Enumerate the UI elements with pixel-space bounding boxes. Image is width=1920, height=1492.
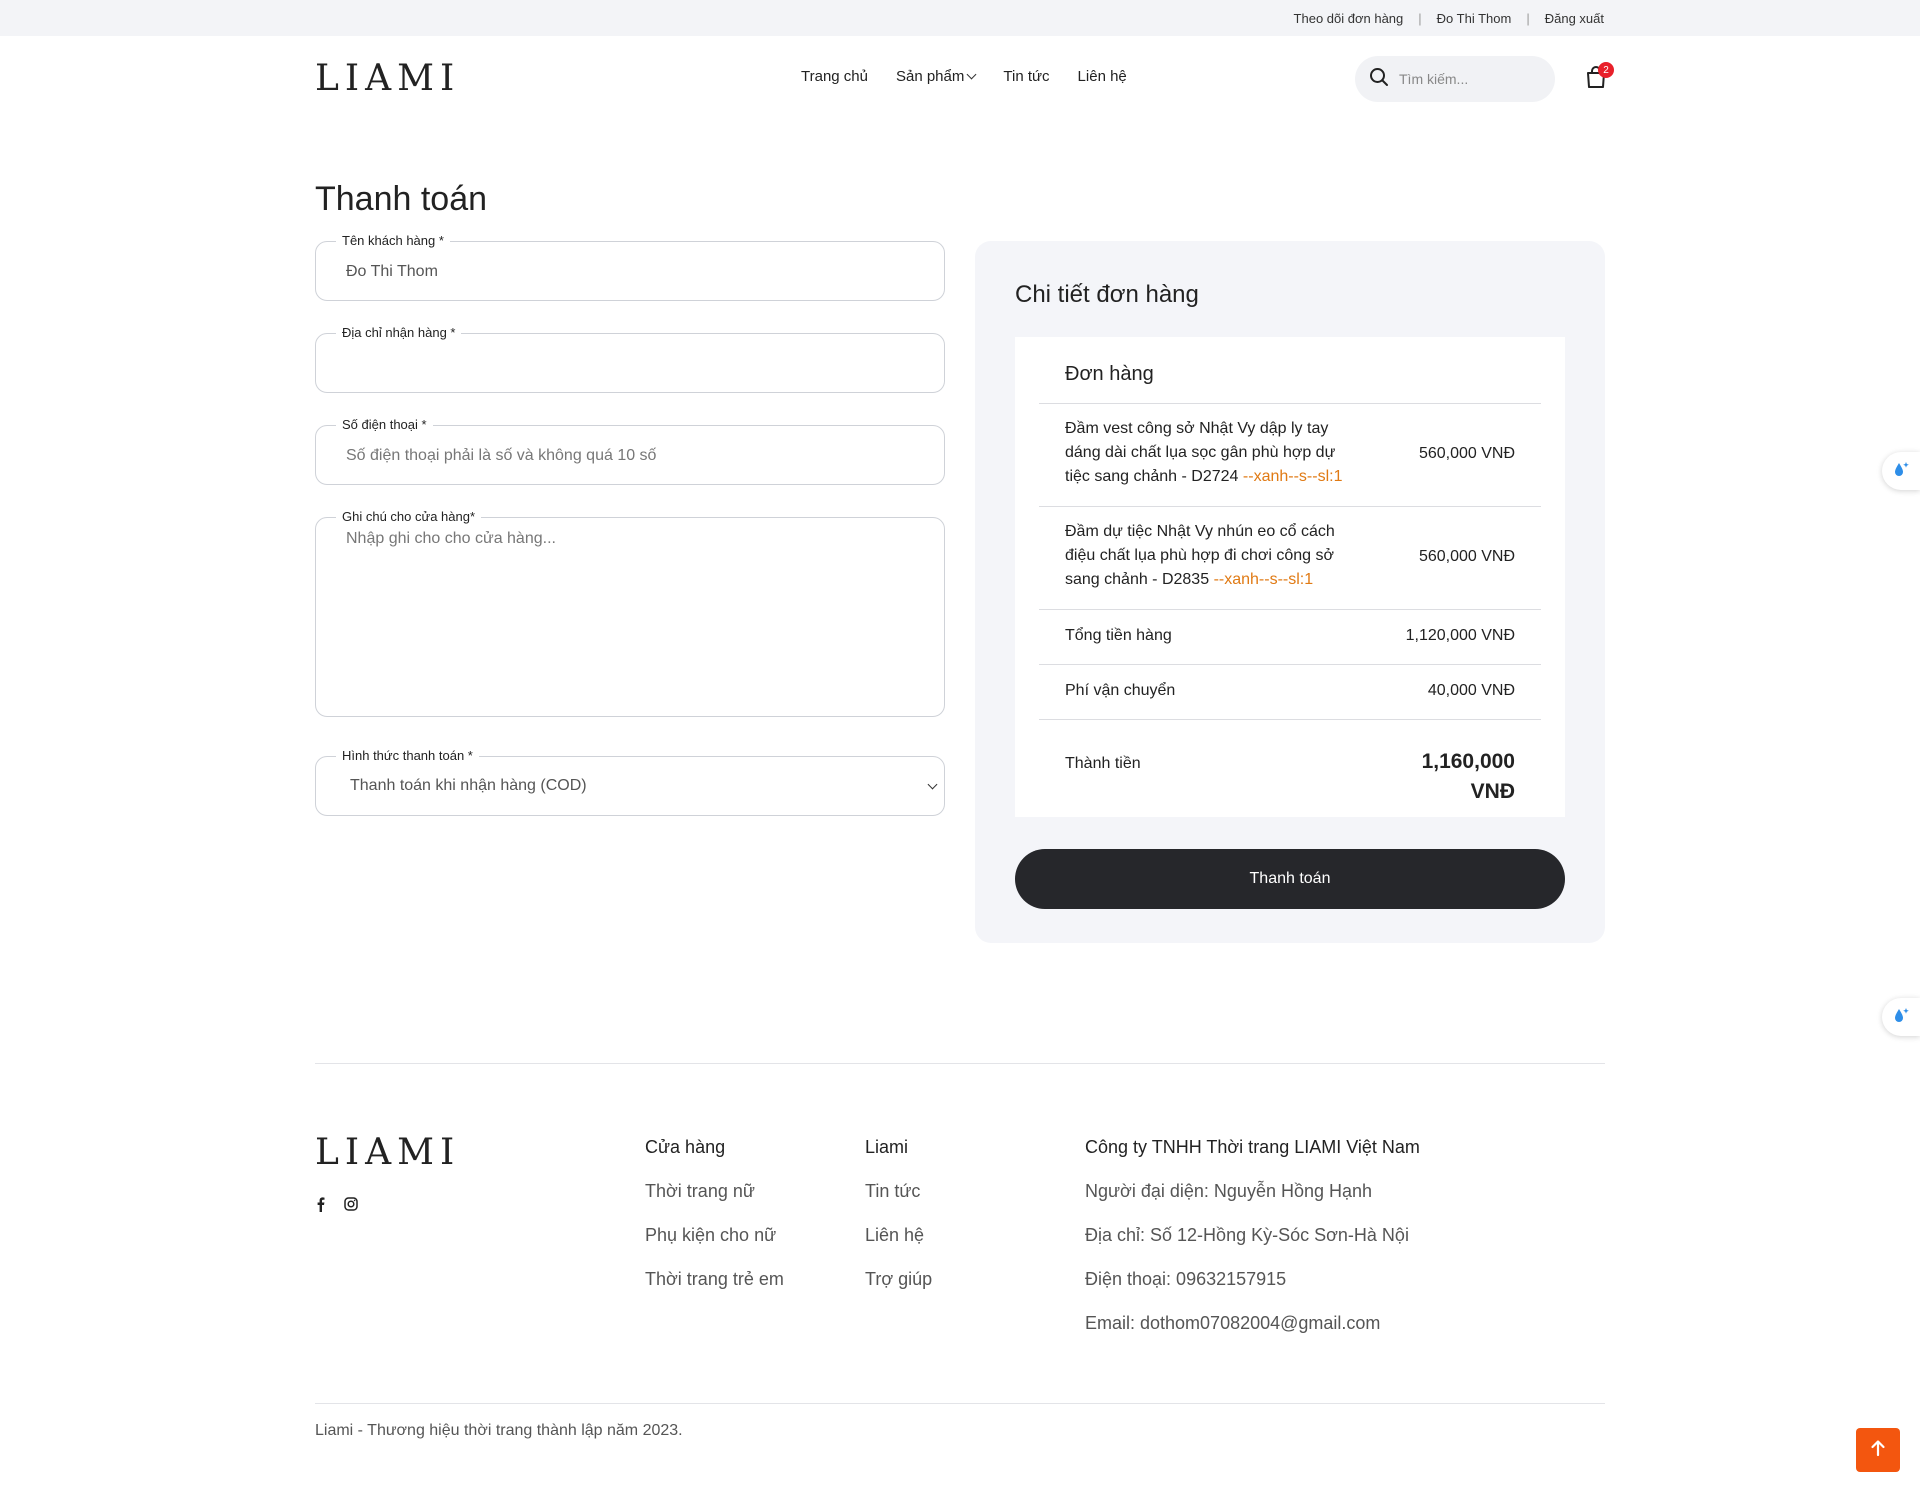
scroll-to-top-button[interactable] <box>1856 1428 1900 1472</box>
separator: | <box>1526 10 1530 26</box>
note-field: Ghi chú cho cửa hàng* <box>315 508 945 717</box>
nav-news[interactable]: Tin tức <box>1003 68 1049 85</box>
water-drop-icon <box>1891 459 1911 484</box>
footer-company-heading: Công ty TNHH Thời trang LIAMI Việt Nam <box>1085 1137 1420 1157</box>
order-item-variant: --xanh--s--sl:1 <box>1242 468 1343 485</box>
divider <box>1039 719 1541 720</box>
top-bar: Theo dõi đơn hàng | Đo Thi Thom | Đăng x… <box>0 0 1920 36</box>
footer-divider <box>315 1063 1605 1064</box>
checkout-button[interactable]: Thanh toán <box>1015 849 1565 909</box>
company-address: Địa chỉ: Số 12-Hồng Kỳ-Sóc Sơn-Hà Nội <box>1085 1225 1409 1245</box>
page-title: Thanh toán <box>315 180 488 218</box>
footer-liami-heading: Liami <box>865 1137 909 1157</box>
main-nav: Trang chủ Sản phẩm Tin tức Liên hệ <box>801 68 1155 85</box>
total-value: 1,160,000 VNĐ <box>1421 750 1515 803</box>
footer-logo[interactable]: LIAMI <box>315 1132 460 1173</box>
footer-link[interactable]: Trợ giúp <box>865 1266 932 1292</box>
address-label: Địa chỉ nhận hàng * <box>336 324 462 342</box>
footer-link[interactable]: Tin tức <box>865 1178 932 1204</box>
subtotal-label: Tổng tiền hàng <box>1065 627 1172 644</box>
order-item-name: Đầm vest công sở Nhật Vy dập ly tay dáng… <box>1065 420 1343 485</box>
footer-liami-column: Liami Tin tức Liên hệ Trợ giúp <box>865 1134 932 1310</box>
note-textarea[interactable] <box>346 530 916 700</box>
chevron-down-icon <box>927 779 938 790</box>
search-icon[interactable] <box>1369 67 1389 92</box>
phone-label: Số điện thoại * <box>336 416 433 434</box>
footer-link[interactable]: Thời trang nữ <box>645 1178 784 1204</box>
footer-company-column: Công ty TNHH Thời trang LIAMI Việt Nam N… <box>1085 1134 1420 1354</box>
company-email: Email: dothom07082004@gmail.com <box>1085 1313 1381 1333</box>
nav-products[interactable]: Sản phẩm <box>895 68 977 85</box>
order-item-variant: --xanh--s--sl:1 <box>1213 571 1314 588</box>
divider <box>1039 403 1541 404</box>
facebook-icon[interactable] <box>313 1196 329 1212</box>
order-item-price: 560,000 VNĐ <box>1418 548 1515 565</box>
address-input[interactable] <box>346 354 916 374</box>
order-panel-title: Chi tiết đơn hàng <box>1015 281 1199 308</box>
shipping-value: 40,000 VNĐ <box>1427 682 1515 699</box>
customer-name-input[interactable] <box>346 262 916 282</box>
water-drop-widget[interactable] <box>1882 452 1920 490</box>
order-card-title: Đơn hàng <box>1065 363 1154 385</box>
order-item-price: 560,000 VNĐ <box>1418 445 1515 462</box>
company-phone: Điện thoại: 09632157915 <box>1085 1269 1287 1289</box>
search-input[interactable] <box>1399 71 1539 87</box>
footer-link[interactable]: Phụ kiện cho nữ <box>645 1222 784 1248</box>
subtotal-value: 1,120,000 VNĐ <box>1405 627 1515 644</box>
water-drop-icon <box>1891 1005 1911 1030</box>
top-bar-links: Theo dõi đơn hàng | Đo Thi Thom | Đăng x… <box>1294 0 1604 36</box>
divider <box>1039 609 1541 610</box>
note-label: Ghi chú cho cửa hàng* <box>336 508 482 526</box>
nav-products-label: Sản phẩm <box>895 68 965 85</box>
order-item-name: Đầm dự tiệc Nhật Vy nhún eo cổ cách điệu… <box>1065 523 1335 588</box>
payment-method-label: Hình thức thanh toán * <box>336 747 479 765</box>
payment-method-value: Thanh toán khi nhận hàng (COD) <box>350 777 587 794</box>
user-name-link[interactable]: Đo Thi Thom <box>1437 11 1512 26</box>
footer-store-column: Cửa hàng Thời trang nữ Phụ kiện cho nữ T… <box>645 1134 784 1310</box>
footer-store-heading: Cửa hàng <box>645 1137 726 1157</box>
phone-input[interactable] <box>346 446 916 466</box>
footer-link[interactable]: Liên hệ <box>865 1222 932 1248</box>
search-box <box>1355 56 1555 102</box>
order-card: Đơn hàng Đầm vest công sở Nhật Vy dập ly… <box>1015 337 1565 817</box>
logout-link[interactable]: Đăng xuất <box>1545 11 1604 26</box>
address-field: Địa chỉ nhận hàng * <box>315 324 945 393</box>
water-drop-widget[interactable] <box>1882 998 1920 1036</box>
payment-method-select[interactable]: Hình thức thanh toán * Thanh toán khi nh… <box>315 747 945 816</box>
total-label: Thành tiền <box>1065 755 1141 772</box>
company-representative: Người đại diện: Nguyễn Hồng Hạnh <box>1085 1181 1373 1201</box>
nav-contact[interactable]: Liên hệ <box>1078 68 1127 85</box>
cart-count-badge: 2 <box>1598 62 1614 78</box>
customer-name-label: Tên khách hàng * <box>336 232 450 250</box>
arrow-up-icon <box>1869 1439 1887 1462</box>
site-logo[interactable]: LIAMI <box>315 58 460 99</box>
copyright-text: Liami - Thương hiệu thời trang thành lập… <box>315 1422 683 1439</box>
order-summary-panel: Chi tiết đơn hàng Đơn hàng Đầm vest công… <box>975 241 1605 943</box>
divider <box>1039 506 1541 507</box>
track-order-link[interactable]: Theo dõi đơn hàng <box>1294 11 1404 26</box>
shipping-label: Phí vận chuyển <box>1065 682 1176 699</box>
nav-home[interactable]: Trang chủ <box>801 68 868 85</box>
divider <box>1039 664 1541 665</box>
chevron-down-icon <box>966 69 977 80</box>
footer-divider <box>315 1403 1605 1404</box>
separator: | <box>1418 10 1422 26</box>
customer-name-field: Tên khách hàng * <box>315 232 945 301</box>
phone-field: Số điện thoại * <box>315 416 945 485</box>
footer-link[interactable]: Thời trang trẻ em <box>645 1266 784 1292</box>
instagram-icon[interactable] <box>343 1196 359 1212</box>
